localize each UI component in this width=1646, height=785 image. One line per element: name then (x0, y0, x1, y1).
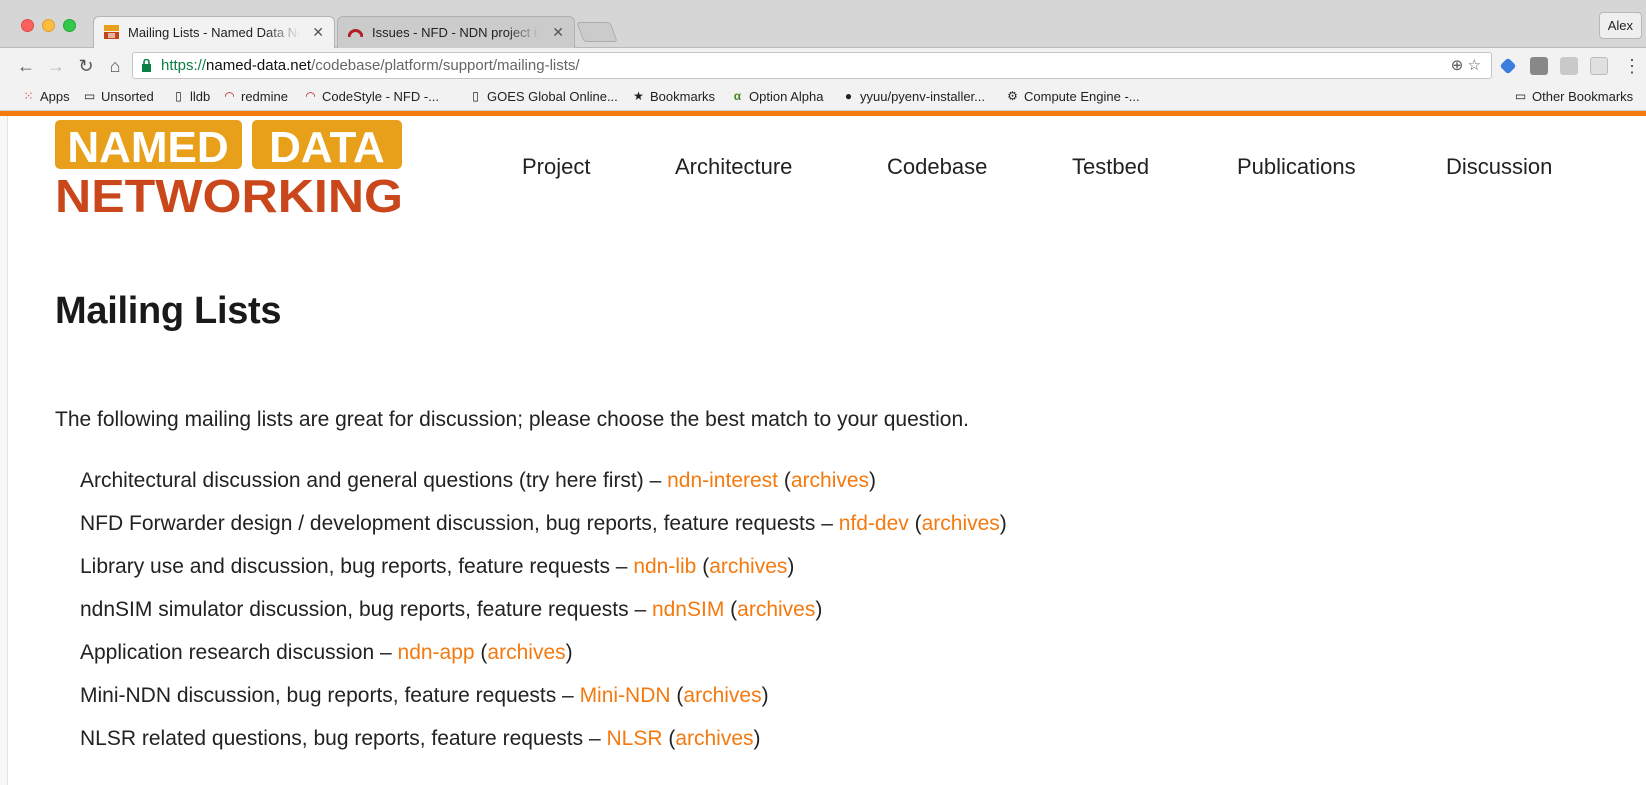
archives-link[interactable]: archives (683, 684, 761, 707)
bookmark-pyenv[interactable]: ● yyuu/pyenv-installer... (842, 89, 985, 104)
browser-chrome: Mailing Lists - Named Data Networking ✕ … (0, 0, 1646, 113)
home-icon[interactable]: ⌂ (103, 54, 127, 78)
folder-icon: ▭ (83, 89, 96, 103)
list-link-mini-ndn[interactable]: Mini-NDN (580, 684, 671, 707)
archives-link[interactable]: archives (922, 512, 1000, 535)
menu-kebab-icon[interactable]: ⋮ (1620, 54, 1644, 78)
bookmark-apps[interactable]: ⁙ Apps (22, 89, 69, 104)
bookmark-goes[interactable]: ▯ GOES Global Online... (469, 89, 618, 104)
tab-mailing-lists[interactable]: Mailing Lists - Named Data Networking ✕ (93, 16, 335, 48)
close-tab-icon[interactable]: ✕ (312, 17, 324, 48)
list-link-ndn-interest[interactable]: ndn-interest (667, 469, 778, 492)
other-bookmarks[interactable]: ▭ Other Bookmarks (1514, 89, 1633, 104)
tab-title: Issues - NFD - NDN project issue tracker (372, 25, 540, 40)
tab-issues-nfd[interactable]: Issues - NFD - NDN project issue tracker… (337, 16, 575, 48)
bookmark-compute-engine[interactable]: ⚙ Compute Engine -... (1006, 89, 1140, 104)
back-arrow-icon[interactable]: ← (14, 54, 38, 78)
redmine-icon: ◠ (224, 89, 235, 103)
url-host: named-data.net (206, 57, 312, 74)
bookmark-unsorted[interactable]: ▭ Unsorted (83, 89, 154, 104)
tab-title: Mailing Lists - Named Data Networking (128, 25, 300, 40)
list-link-ndn-app[interactable]: ndn-app (398, 641, 475, 664)
apps-grid-icon: ⁙ (23, 89, 34, 103)
bookmark-star-icon[interactable]: ☆ (1468, 57, 1481, 74)
minimize-window-button[interactable] (42, 19, 55, 32)
reload-icon[interactable]: ↻ (74, 54, 98, 78)
new-tab-button[interactable] (576, 22, 618, 42)
nav-codebase[interactable]: Codebase (887, 154, 1072, 180)
logo-data: DATA (269, 123, 385, 172)
page-content: NAMED DATA NETWORKING Project Architectu… (0, 116, 1646, 785)
bookmark-bookmarks[interactable]: ★ Bookmarks (632, 89, 715, 104)
lock-icon (142, 59, 151, 72)
profile-button[interactable]: Alex (1598, 12, 1642, 39)
bookmarks-bar: ⁙ Apps ▭ Unsorted ▯ lldb ◠ redmine ◠ CodeStyl… (0, 83, 1646, 111)
archives-link[interactable]: archives (487, 641, 565, 664)
list-link-nlsr[interactable]: NLSR (606, 727, 662, 750)
page-icon: ▯ (472, 89, 479, 103)
archives-link[interactable]: archives (791, 469, 869, 492)
bookmark-redmine[interactable]: ◠ redmine (223, 89, 288, 104)
logo-named: NAMED (67, 123, 228, 172)
tab-strip: Mailing Lists - Named Data Networking ✕ … (0, 0, 1646, 48)
archives-link[interactable]: archives (675, 727, 753, 750)
intro-text: The following mailing lists are great fo… (55, 408, 969, 431)
extension-icon[interactable] (1590, 57, 1608, 75)
chip-icon: ⚙ (1007, 89, 1018, 103)
archives-link[interactable]: archives (709, 555, 787, 578)
logo-networking: NETWORKING (55, 170, 403, 216)
redmine-icon: ◠ (305, 89, 316, 103)
bookmark-lldb[interactable]: ▯ lldb (172, 89, 210, 104)
list-item: ndnSIM simulator discussion, bug reports… (80, 598, 823, 621)
mailing-list-list: Architectural discussion and general que… (80, 469, 1007, 770)
nav-architecture[interactable]: Architecture (675, 154, 887, 180)
ndn-favicon-icon (104, 25, 119, 39)
extension-icon[interactable] (1530, 57, 1548, 75)
list-item: Library use and discussion, bug reports,… (80, 555, 795, 578)
list-item: NLSR related questions, bug reports, fea… (80, 727, 761, 750)
page-title: Mailing Lists (55, 290, 282, 332)
zoom-window-button[interactable] (63, 19, 76, 32)
forward-arrow-icon[interactable]: → (44, 54, 68, 78)
nav-testbed[interactable]: Testbed (1072, 154, 1237, 180)
close-window-button[interactable] (21, 19, 34, 32)
star-icon: ★ (633, 89, 644, 103)
ndn-logo[interactable]: NAMED DATA NETWORKING (55, 118, 407, 216)
nav-publications[interactable]: Publications (1237, 154, 1446, 180)
bookmark-codestyle[interactable]: ◠ CodeStyle - NFD -... (304, 89, 439, 104)
list-item: Mini-NDN discussion, bug reports, featur… (80, 684, 769, 707)
extension-icon[interactable] (1499, 57, 1517, 75)
option-alpha-icon: α (733, 89, 742, 103)
page-icon: ▯ (175, 89, 182, 103)
nav-project[interactable]: Project (522, 154, 675, 180)
bookmark-option-alpha[interactable]: α Option Alpha (731, 89, 824, 104)
redmine-favicon-icon (348, 29, 363, 38)
close-tab-icon[interactable]: ✕ (552, 17, 564, 48)
zoom-icon[interactable]: ⊕ (1451, 57, 1464, 74)
list-item: Architectural discussion and general que… (80, 469, 877, 492)
nav-discussion[interactable]: Discussion (1446, 154, 1552, 180)
address-bar[interactable]: https://named-data.net/codebase/platform… (132, 52, 1492, 79)
github-icon: ● (844, 89, 853, 103)
list-item: Application research discussion – ndn-ap… (80, 641, 573, 664)
url-scheme: https:// (161, 57, 207, 74)
list-link-ndn-lib[interactable]: ndn-lib (633, 555, 696, 578)
window-edge (0, 116, 8, 785)
toolbar: ← → ↻ ⌂ https://named-data.net/codebase/… (0, 48, 1646, 83)
folder-icon: ▭ (1514, 89, 1527, 103)
url-path: /codebase/platform/support/mailing-lists… (311, 57, 580, 74)
list-item: NFD Forwarder design / development discu… (80, 512, 1007, 535)
drive-icon[interactable] (1560, 57, 1578, 75)
list-link-nfd-dev[interactable]: nfd-dev (839, 512, 909, 535)
site-nav: Project Architecture Codebase Testbed Pu… (522, 154, 1552, 180)
list-link-ndnsim[interactable]: ndnSIM (652, 598, 724, 621)
archives-link[interactable]: archives (737, 598, 815, 621)
